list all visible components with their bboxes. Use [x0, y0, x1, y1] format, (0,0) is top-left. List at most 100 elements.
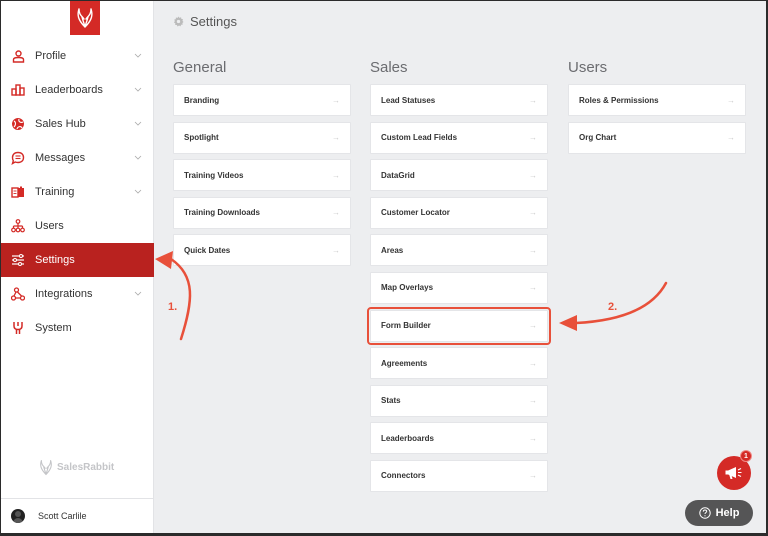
card-label: Training Videos	[184, 170, 244, 180]
settings-card-roles-permissions[interactable]: Roles & Permissions →	[568, 84, 746, 116]
user-profile-bar[interactable]: Scott Carlile	[1, 498, 154, 533]
arrow-right-icon: →	[727, 133, 735, 143]
notification-badge: 1	[740, 450, 752, 462]
card-label: Connectors	[381, 471, 426, 481]
gear-icon	[173, 16, 184, 27]
settings-card-form-builder[interactable]: Form Builder →	[367, 306, 551, 345]
arrow-right-icon: →	[529, 133, 537, 143]
sidebar-item-messages[interactable]: Messages	[1, 141, 154, 175]
card-label: Spotlight	[184, 133, 219, 143]
settings-card-connectors[interactable]: Connectors →	[370, 459, 548, 492]
chevron-down-icon[interactable]	[134, 289, 142, 297]
chevron-down-icon[interactable]	[134, 187, 142, 195]
person-icon	[11, 49, 25, 63]
page-title-text: Settings	[190, 14, 237, 29]
settings-card-leaderboards[interactable]: Leaderboards →	[370, 422, 548, 455]
settings-card-training-downloads[interactable]: Training Downloads →	[173, 196, 351, 229]
card-label: Agreements	[381, 358, 428, 368]
settings-card-agreements[interactable]: Agreements →	[370, 347, 548, 380]
arrow-right-icon: →	[529, 321, 537, 331]
section-title: General	[173, 59, 227, 76]
sidebar-item-label: Sales Hub	[35, 118, 86, 130]
podium-icon	[11, 83, 25, 97]
card-label: Leaderboards	[381, 433, 434, 443]
arrow-right-icon: →	[529, 95, 537, 105]
annotation-step-1: 1.	[168, 301, 178, 313]
annotation-step-2: 2.	[608, 301, 618, 313]
card-label: Quick Dates	[184, 245, 231, 255]
card-label: Lead Statuses	[381, 95, 436, 105]
salesrabbit-logo[interactable]	[70, 1, 100, 35]
sidebar-item-training[interactable]: Training	[1, 175, 154, 209]
section-users: Users Roles & Permissions → Org Chart →	[568, 59, 746, 159]
section-title: Users	[568, 59, 608, 76]
megaphone-icon	[725, 467, 742, 479]
arrow-right-icon: →	[529, 170, 537, 180]
settings-card-stats[interactable]: Stats →	[370, 384, 548, 417]
sidebar-item-label: Leaderboards	[35, 84, 103, 96]
settings-card-custom-lead-fields[interactable]: Custom Lead Fields →	[370, 121, 548, 154]
settings-card-datagrid[interactable]: DataGrid →	[370, 159, 548, 192]
settings-card-quick-dates[interactable]: Quick Dates →	[173, 234, 351, 267]
arrow-right-icon: →	[529, 433, 537, 443]
question-circle-icon	[698, 507, 711, 519]
sliders-icon	[11, 253, 25, 267]
settings-card-customer-locator[interactable]: Customer Locator →	[370, 196, 548, 229]
sidebar-item-label: Profile	[35, 50, 67, 62]
sidebar-item-users[interactable]: Users	[1, 209, 154, 243]
sidebar-item-leaderboards[interactable]: Leaderboards	[1, 73, 154, 107]
avatar	[11, 509, 25, 523]
brand-name: SalesRabbit	[57, 462, 115, 473]
plug-icon	[11, 321, 25, 335]
arrow-right-icon: →	[529, 358, 537, 368]
section-sales: Sales Lead Statuses → Custom Lead Fields →…	[367, 59, 551, 498]
rabbit-logo-icon	[77, 8, 93, 28]
sidebar-item-label: Messages	[35, 152, 86, 164]
chevron-down-icon[interactable]	[134, 119, 142, 127]
settings-card-branding[interactable]: Branding →	[173, 84, 351, 116]
settings-card-training-videos[interactable]: Training Videos →	[173, 159, 351, 192]
annotation-arrowhead-2	[559, 315, 577, 331]
arrow-right-icon: →	[332, 245, 340, 255]
arrow-right-icon: →	[529, 245, 537, 255]
card-label: Training Downloads	[184, 208, 261, 218]
sidebar-item-settings[interactable]: Settings	[1, 243, 154, 277]
card-label: Form Builder	[381, 321, 431, 331]
card-label: Custom Lead Fields	[381, 133, 458, 143]
card-label: Customer Locator	[381, 208, 450, 218]
org-tree-icon	[11, 219, 25, 233]
section-title: Sales	[370, 59, 408, 76]
arrow-right-icon: →	[332, 95, 340, 105]
chevron-down-icon[interactable]	[134, 85, 142, 93]
sidebar-item-system[interactable]: System	[1, 311, 154, 345]
book-icon	[11, 185, 25, 199]
card-label: Areas	[381, 245, 404, 255]
arrow-right-icon: →	[332, 208, 340, 218]
rabbit-logo-icon	[40, 460, 52, 476]
annotation-arrowhead-1	[155, 251, 173, 269]
sidebar-item-label: Settings	[35, 254, 75, 266]
section-general: General Branding → Spotlight → Training Vi…	[173, 59, 351, 272]
sidebar-item-integrations[interactable]: Integrations	[1, 277, 154, 311]
chevron-down-icon[interactable]	[134, 51, 142, 59]
settings-card-spotlight[interactable]: Spotlight →	[173, 121, 351, 154]
help-button[interactable]: Help	[685, 500, 753, 526]
chevron-down-icon[interactable]	[134, 153, 142, 161]
arrow-right-icon: →	[529, 283, 537, 293]
settings-card-org-chart[interactable]: Org Chart →	[568, 121, 746, 154]
settings-card-map-overlays[interactable]: Map Overlays →	[370, 271, 548, 304]
chat-bubble-icon	[11, 151, 25, 165]
arrow-right-icon: →	[529, 396, 537, 406]
card-label: Org Chart	[579, 133, 617, 143]
app-window: Profile Leaderboards Sales Hub Messages …	[1, 1, 766, 533]
sidebar-item-profile[interactable]: Profile	[1, 39, 154, 73]
card-label: Map Overlays	[381, 283, 434, 293]
sidebar-item-label: Training	[35, 186, 75, 198]
network-icon	[11, 287, 25, 301]
settings-card-lead-statuses[interactable]: Lead Statuses →	[370, 84, 548, 116]
annotation-arrow-2	[574, 281, 668, 325]
card-label: Branding	[184, 95, 220, 105]
sidebar-item-sales-hub[interactable]: Sales Hub	[1, 107, 154, 141]
settings-card-areas[interactable]: Areas →	[370, 234, 548, 267]
card-label: Stats	[381, 396, 401, 406]
